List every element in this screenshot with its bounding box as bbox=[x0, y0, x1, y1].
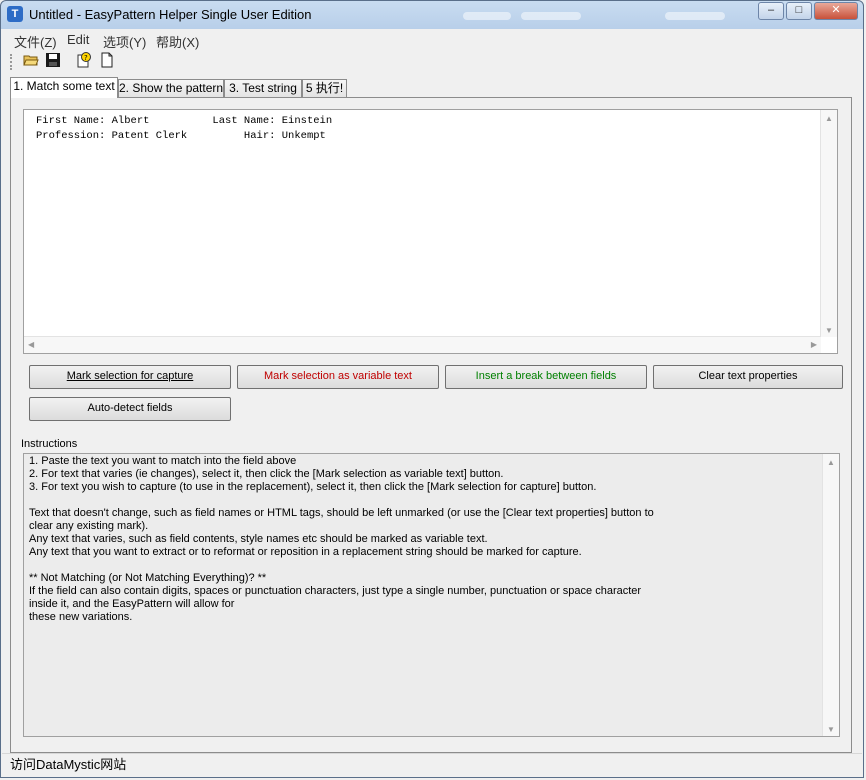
scroll-up-arrow-icon[interactable]: ▲ bbox=[827, 458, 835, 467]
tab-match-some-text[interactable]: 1. Match some text bbox=[10, 77, 118, 98]
app-icon: T bbox=[7, 6, 23, 22]
sample-text-editor[interactable]: First Name: Albert Last Name: Einstein P… bbox=[23, 109, 838, 354]
open-folder-icon[interactable] bbox=[21, 52, 41, 72]
scroll-left-arrow-icon[interactable]: ◀ bbox=[28, 340, 34, 349]
instruction-line: ** Not Matching (or Not Matching Everyth… bbox=[29, 572, 267, 584]
scroll-up-arrow-icon[interactable]: ▲ bbox=[825, 114, 833, 123]
title-bar-background-blur bbox=[463, 12, 511, 20]
instruction-line: 3. For text you wish to capture (to use … bbox=[29, 481, 597, 493]
maximize-button[interactable]: □ bbox=[786, 2, 812, 20]
instructions-scrollbar[interactable]: ▲ ▼ bbox=[822, 454, 839, 736]
app-window: T Untitled - EasyPattern Helper Single U… bbox=[0, 0, 864, 778]
help-icon[interactable]: ? bbox=[74, 52, 94, 72]
vertical-scrollbar[interactable]: ▲ ▼ bbox=[820, 110, 837, 337]
horizontal-scrollbar[interactable]: ◀ ▶ bbox=[24, 336, 821, 353]
status-bar: 访问DataMystic网站 bbox=[2, 753, 862, 777]
instruction-line: Any text that varies, such as field cont… bbox=[29, 533, 488, 545]
visit-website-link[interactable]: 访问DataMystic网站 bbox=[10, 754, 126, 776]
tab-panel: First Name: Albert Last Name: Einstein P… bbox=[10, 97, 852, 753]
insert-break-button[interactable]: Insert a break between fields bbox=[445, 365, 647, 389]
toolbar: ? bbox=[2, 51, 862, 73]
scroll-down-arrow-icon[interactable]: ▼ bbox=[827, 725, 835, 734]
instruction-line: Any text that you want to extract or to … bbox=[29, 546, 582, 558]
tab-execute[interactable]: 5 执行! bbox=[302, 79, 347, 97]
mark-variable-button[interactable]: Mark selection as variable text bbox=[237, 365, 439, 389]
title-bar-background-blur bbox=[665, 12, 725, 20]
menu-options[interactable]: 选项(Y) bbox=[103, 32, 146, 51]
svg-text:?: ? bbox=[84, 54, 88, 62]
instruction-line: inside it, and the EasyPattern will allo… bbox=[29, 598, 235, 610]
instruction-line: clear any existing mark). bbox=[29, 520, 149, 532]
scroll-down-arrow-icon[interactable]: ▼ bbox=[825, 326, 833, 335]
tab-show-the-pattern[interactable]: 2. Show the pattern bbox=[118, 79, 224, 97]
instruction-line: If the field can also contain digits, sp… bbox=[29, 585, 642, 597]
window-title: Untitled - EasyPattern Helper Single Use… bbox=[29, 7, 312, 22]
menu-help[interactable]: 帮助(X) bbox=[156, 32, 199, 51]
menu-file[interactable]: 文件(Z) bbox=[14, 32, 57, 51]
instruction-line bbox=[29, 494, 654, 507]
instruction-line: 2. For text that varies (ie changes), se… bbox=[29, 468, 504, 480]
title-bar-background-blur bbox=[521, 12, 581, 20]
tab-test-string[interactable]: 3. Test string bbox=[224, 79, 302, 97]
sample-line: Profession: Patent Clerk Hair: Unkempt bbox=[36, 130, 326, 142]
minimize-button[interactable]: – bbox=[758, 2, 784, 20]
mark-capture-button[interactable]: Mark selection for capture bbox=[29, 365, 231, 389]
instructions-label: Instructions bbox=[21, 438, 78, 450]
sample-text[interactable]: First Name: Albert Last Name: Einstein P… bbox=[36, 114, 332, 144]
instructions-text: 1. Paste the text you want to match into… bbox=[29, 455, 654, 624]
instruction-line: Text that doesn't change, such as field … bbox=[29, 507, 654, 519]
instruction-line: these new variations. bbox=[29, 611, 133, 623]
auto-detect-fields-button[interactable]: Auto-detect fields bbox=[29, 397, 231, 421]
toolbar-grip[interactable] bbox=[10, 54, 14, 70]
title-bar[interactable]: T Untitled - EasyPattern Helper Single U… bbox=[1, 1, 863, 29]
new-document-icon[interactable] bbox=[97, 52, 117, 72]
sample-line: First Name: Albert Last Name: Einstein bbox=[36, 115, 333, 127]
instruction-line: 1. Paste the text you want to match into… bbox=[29, 455, 297, 467]
menu-bar: 文件(Z) Edit 选项(Y) 帮助(X) bbox=[2, 29, 862, 51]
instruction-line bbox=[29, 559, 654, 572]
close-button[interactable]: ✕ bbox=[814, 2, 858, 20]
instructions-box[interactable]: 1. Paste the text you want to match into… bbox=[23, 453, 840, 737]
clear-text-properties-button[interactable]: Clear text properties bbox=[653, 365, 843, 389]
menu-edit[interactable]: Edit bbox=[67, 32, 89, 47]
scroll-right-arrow-icon[interactable]: ▶ bbox=[811, 340, 817, 349]
save-icon[interactable] bbox=[43, 52, 63, 72]
